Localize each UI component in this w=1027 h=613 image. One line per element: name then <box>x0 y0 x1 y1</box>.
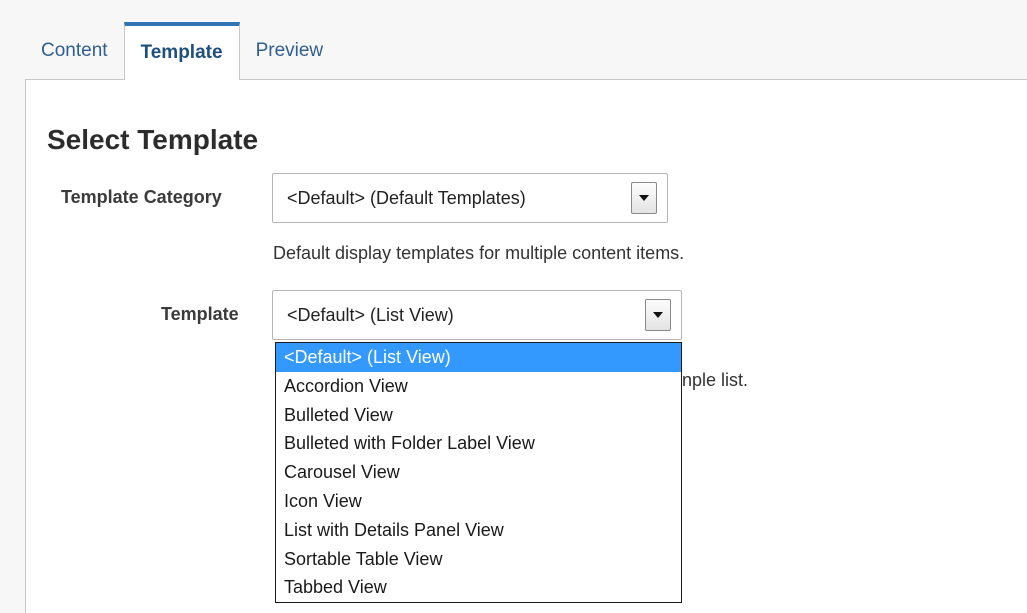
template-option[interactable]: Tabbed View <box>276 573 681 602</box>
template-category-value: <Default> (Default Templates) <box>287 187 526 208</box>
template-help: nple list. <box>682 370 749 390</box>
section-title: Select Template <box>47 124 259 155</box>
chevron-down-icon <box>653 312 663 318</box>
template-option[interactable]: Sortable Table View <box>276 545 681 574</box>
template-category-help: Default display templates for multiple c… <box>273 243 685 263</box>
template-option[interactable]: Carousel View <box>276 458 681 487</box>
template-value: <Default> (List View) <box>287 304 454 325</box>
template-category-select[interactable]: <Default> (Default Templates) <box>272 173 668 223</box>
template-option[interactable]: Bulleted with Folder Label View <box>276 429 681 458</box>
template-option[interactable]: <Default> (List View) <box>276 343 681 372</box>
template-select[interactable]: <Default> (List View) <box>272 290 682 340</box>
template-dropdown-button[interactable] <box>645 299 671 331</box>
template-label: Template <box>161 304 239 324</box>
tab-preview[interactable]: Preview <box>240 22 340 80</box>
tab-template[interactable]: Template <box>123 22 240 80</box>
template-category-label: Template Category <box>61 187 222 207</box>
template-option[interactable]: Icon View <box>276 487 681 516</box>
template-option[interactable]: List with Details Panel View <box>276 516 681 545</box>
chevron-down-icon <box>639 195 649 201</box>
tab-bar: Content Template Preview <box>25 22 339 80</box>
template-option[interactable]: Bulleted View <box>276 401 681 430</box>
tab-content[interactable]: Content <box>25 22 124 80</box>
template-options-list[interactable]: <Default> (List View) Accordion View Bul… <box>275 342 682 604</box>
template-category-dropdown-button[interactable] <box>631 182 657 214</box>
template-option[interactable]: Accordion View <box>276 372 681 401</box>
